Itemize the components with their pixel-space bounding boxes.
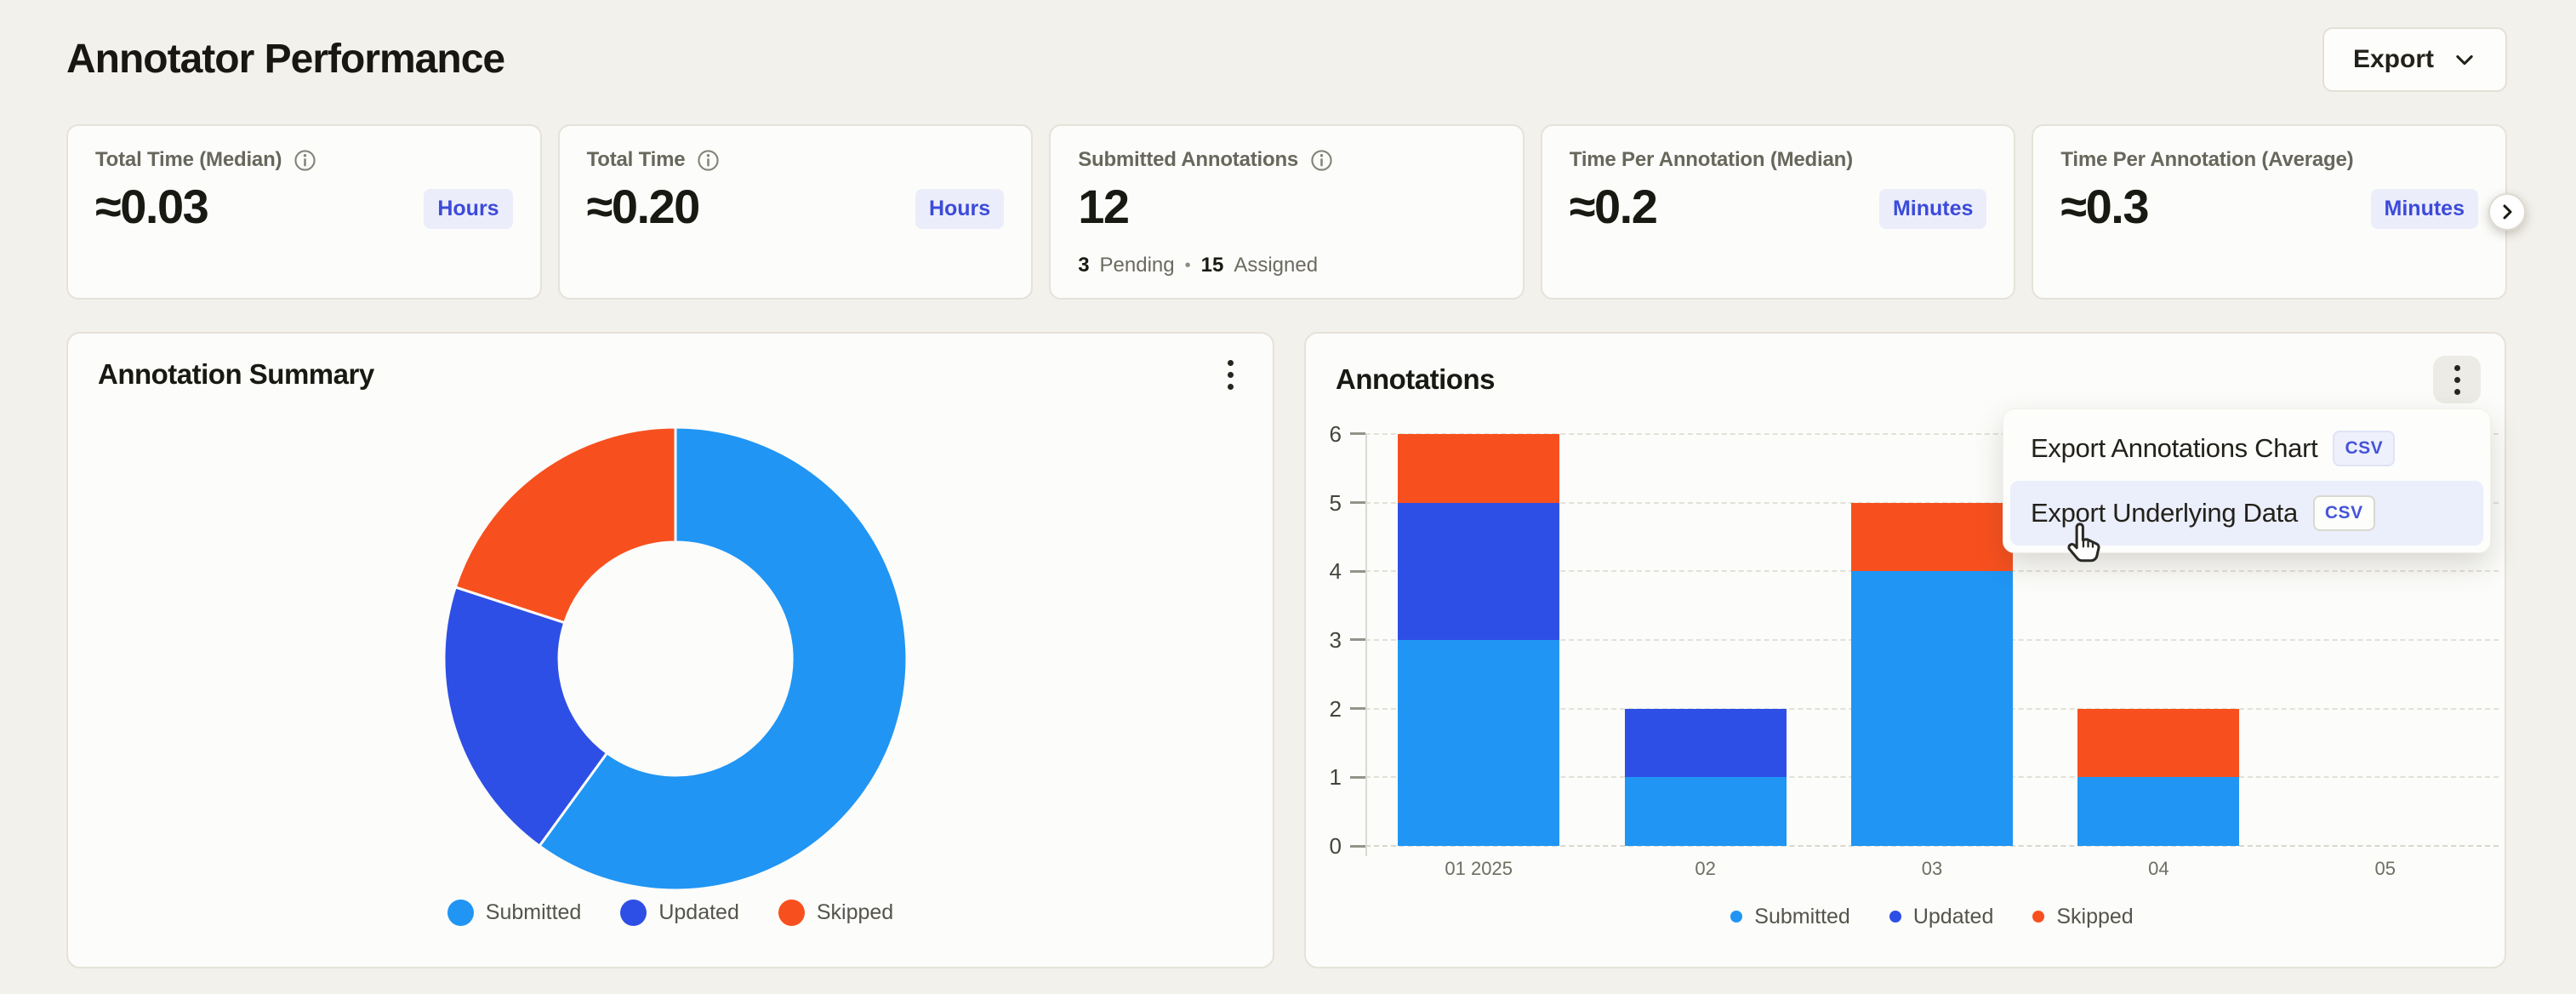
menu-item-label: Export Annotations Chart bbox=[2031, 433, 2317, 464]
x-axis-label: 03 bbox=[1838, 858, 2026, 880]
stat-card: Total Time≈0.20Hours bbox=[558, 124, 1034, 300]
stat-card-label: Total Time bbox=[587, 148, 686, 172]
y-axis-line bbox=[1365, 434, 1367, 856]
stat-card: Submitted Annotations 12 3 Pending • 15 Assign… bbox=[1049, 124, 1525, 300]
legend-label: Skipped bbox=[2056, 905, 2133, 929]
info-icon[interactable] bbox=[294, 149, 316, 172]
y-axis-tick bbox=[1350, 432, 1365, 435]
carousel-next-button[interactable] bbox=[2488, 193, 2526, 231]
stat-card: Total Time (Median)≈0.03Hours bbox=[66, 124, 542, 300]
annotations-card: Annotations 012345601 202502030405 Submi… bbox=[1304, 332, 2506, 968]
donut-segment-skipped[interactable] bbox=[455, 427, 675, 623]
legend-dot bbox=[1730, 911, 1742, 923]
annotation-summary-donut-chart bbox=[68, 427, 1276, 891]
info-icon[interactable] bbox=[1310, 149, 1333, 172]
csv-badge: CSV bbox=[2313, 495, 2375, 531]
stat-card-label: Total Time (Median) bbox=[95, 148, 282, 172]
bar-segment-skipped[interactable] bbox=[2077, 709, 2239, 778]
chevron-right-icon bbox=[2497, 202, 2517, 222]
summary-kebab-menu-icon[interactable] bbox=[1211, 356, 1249, 393]
stat-card-footer: 3 Pending • 15 Assigned bbox=[1078, 254, 1318, 277]
x-axis-label: 05 bbox=[2292, 858, 2479, 880]
y-axis-tick bbox=[1350, 707, 1365, 710]
y-axis-tick bbox=[1350, 570, 1365, 573]
mouse-cursor-hand-icon bbox=[2061, 519, 2111, 568]
bar-legend-item-skipped[interactable]: Skipped bbox=[2032, 905, 2133, 929]
y-axis-label: 1 bbox=[1301, 763, 1342, 791]
annotation-summary-title: Annotation Summary bbox=[98, 358, 374, 391]
legend-dot bbox=[620, 900, 647, 926]
stat-card-label: Time Per Annotation (Average) bbox=[2060, 148, 2353, 172]
bar-segment-skipped[interactable] bbox=[1851, 503, 2013, 572]
legend-dot bbox=[778, 900, 805, 926]
bar-segment-submitted[interactable] bbox=[2077, 777, 2239, 846]
legend-label: Submitted bbox=[1754, 905, 1850, 929]
unit-badge: Minutes bbox=[1879, 189, 1986, 229]
assigned-label: Assigned bbox=[1234, 254, 1318, 277]
annotator-performance-page: Annotator Performance Export Total Time … bbox=[0, 0, 2576, 994]
bar-segment-submitted[interactable] bbox=[1398, 640, 1559, 846]
y-axis-tick bbox=[1350, 638, 1365, 641]
info-icon[interactable] bbox=[697, 149, 720, 172]
dot-separator: • bbox=[1185, 256, 1191, 276]
unit-badge: Hours bbox=[915, 189, 1004, 229]
y-axis-label: 6 bbox=[1301, 420, 1342, 448]
bar-segment-submitted[interactable] bbox=[1625, 777, 1787, 846]
page-title: Annotator Performance bbox=[66, 36, 504, 83]
stat-card-label: Time Per Annotation (Median) bbox=[1570, 148, 1853, 172]
y-axis-label: 5 bbox=[1301, 489, 1342, 517]
legend-dot bbox=[1889, 911, 1901, 923]
annotation-summary-card: Annotation Summary Submitted Updated Skipp… bbox=[66, 332, 1274, 968]
y-axis-label: 3 bbox=[1301, 626, 1342, 654]
legend-label: Submitted bbox=[486, 900, 582, 925]
legend-dot bbox=[447, 900, 474, 926]
bar-legend-item-submitted[interactable]: Submitted bbox=[1730, 905, 1850, 929]
legend-label: Updated bbox=[1913, 905, 1994, 929]
bar-legend-item-updated[interactable]: Updated bbox=[1889, 905, 1994, 929]
pending-count: 3 bbox=[1078, 254, 1089, 277]
legend-label: Updated bbox=[658, 900, 739, 925]
unit-badge: Minutes bbox=[2371, 189, 2478, 229]
assigned-count: 15 bbox=[1201, 254, 1224, 277]
stat-card: Time Per Annotation (Median)≈0.2Minutes bbox=[1541, 124, 2016, 300]
stat-card-label: Submitted Annotations bbox=[1078, 148, 1298, 172]
bar-chart-legend: Submitted Updated Skipped bbox=[1365, 895, 2499, 938]
stat-card-value: 12 bbox=[1078, 179, 1496, 234]
unit-badge: Hours bbox=[424, 189, 512, 229]
donut-legend: Submitted Updated Skipped bbox=[68, 887, 1273, 938]
x-axis-label: 02 bbox=[1612, 858, 1799, 880]
donut-legend-item-submitted[interactable]: Submitted bbox=[447, 900, 582, 926]
legend-dot bbox=[2032, 911, 2044, 923]
y-axis-tick bbox=[1350, 776, 1365, 779]
chevron-down-icon bbox=[2453, 48, 2476, 71]
bar-segment-submitted[interactable] bbox=[1851, 571, 2013, 846]
y-axis-label: 0 bbox=[1301, 832, 1342, 860]
x-axis-label: 04 bbox=[2065, 858, 2252, 880]
stats-row: Total Time (Median)≈0.03HoursTotal Time≈… bbox=[66, 124, 2507, 300]
bar-segment-skipped[interactable] bbox=[1398, 434, 1559, 503]
y-axis-label: 2 bbox=[1301, 695, 1342, 723]
x-axis-label: 01 2025 bbox=[1385, 858, 1572, 880]
legend-label: Skipped bbox=[817, 900, 893, 925]
stat-card: Time Per Annotation (Average)≈0.3Minutes bbox=[2032, 124, 2507, 300]
donut-legend-item-updated[interactable]: Updated bbox=[620, 900, 739, 926]
menu-item-export-annotations-chart[interactable]: Export Annotations Chart CSV bbox=[2010, 416, 2483, 481]
bar-segment-updated[interactable] bbox=[1625, 709, 1787, 778]
pending-label: Pending bbox=[1100, 254, 1175, 277]
y-axis-tick bbox=[1350, 845, 1365, 848]
csv-badge: CSV bbox=[2333, 431, 2395, 466]
y-axis-tick bbox=[1350, 501, 1365, 504]
export-button-label: Export bbox=[2353, 45, 2434, 74]
donut-legend-item-skipped[interactable]: Skipped bbox=[778, 900, 893, 926]
y-axis-label: 4 bbox=[1301, 557, 1342, 585]
bar-segment-updated[interactable] bbox=[1398, 503, 1559, 640]
export-button[interactable]: Export bbox=[2322, 27, 2507, 92]
